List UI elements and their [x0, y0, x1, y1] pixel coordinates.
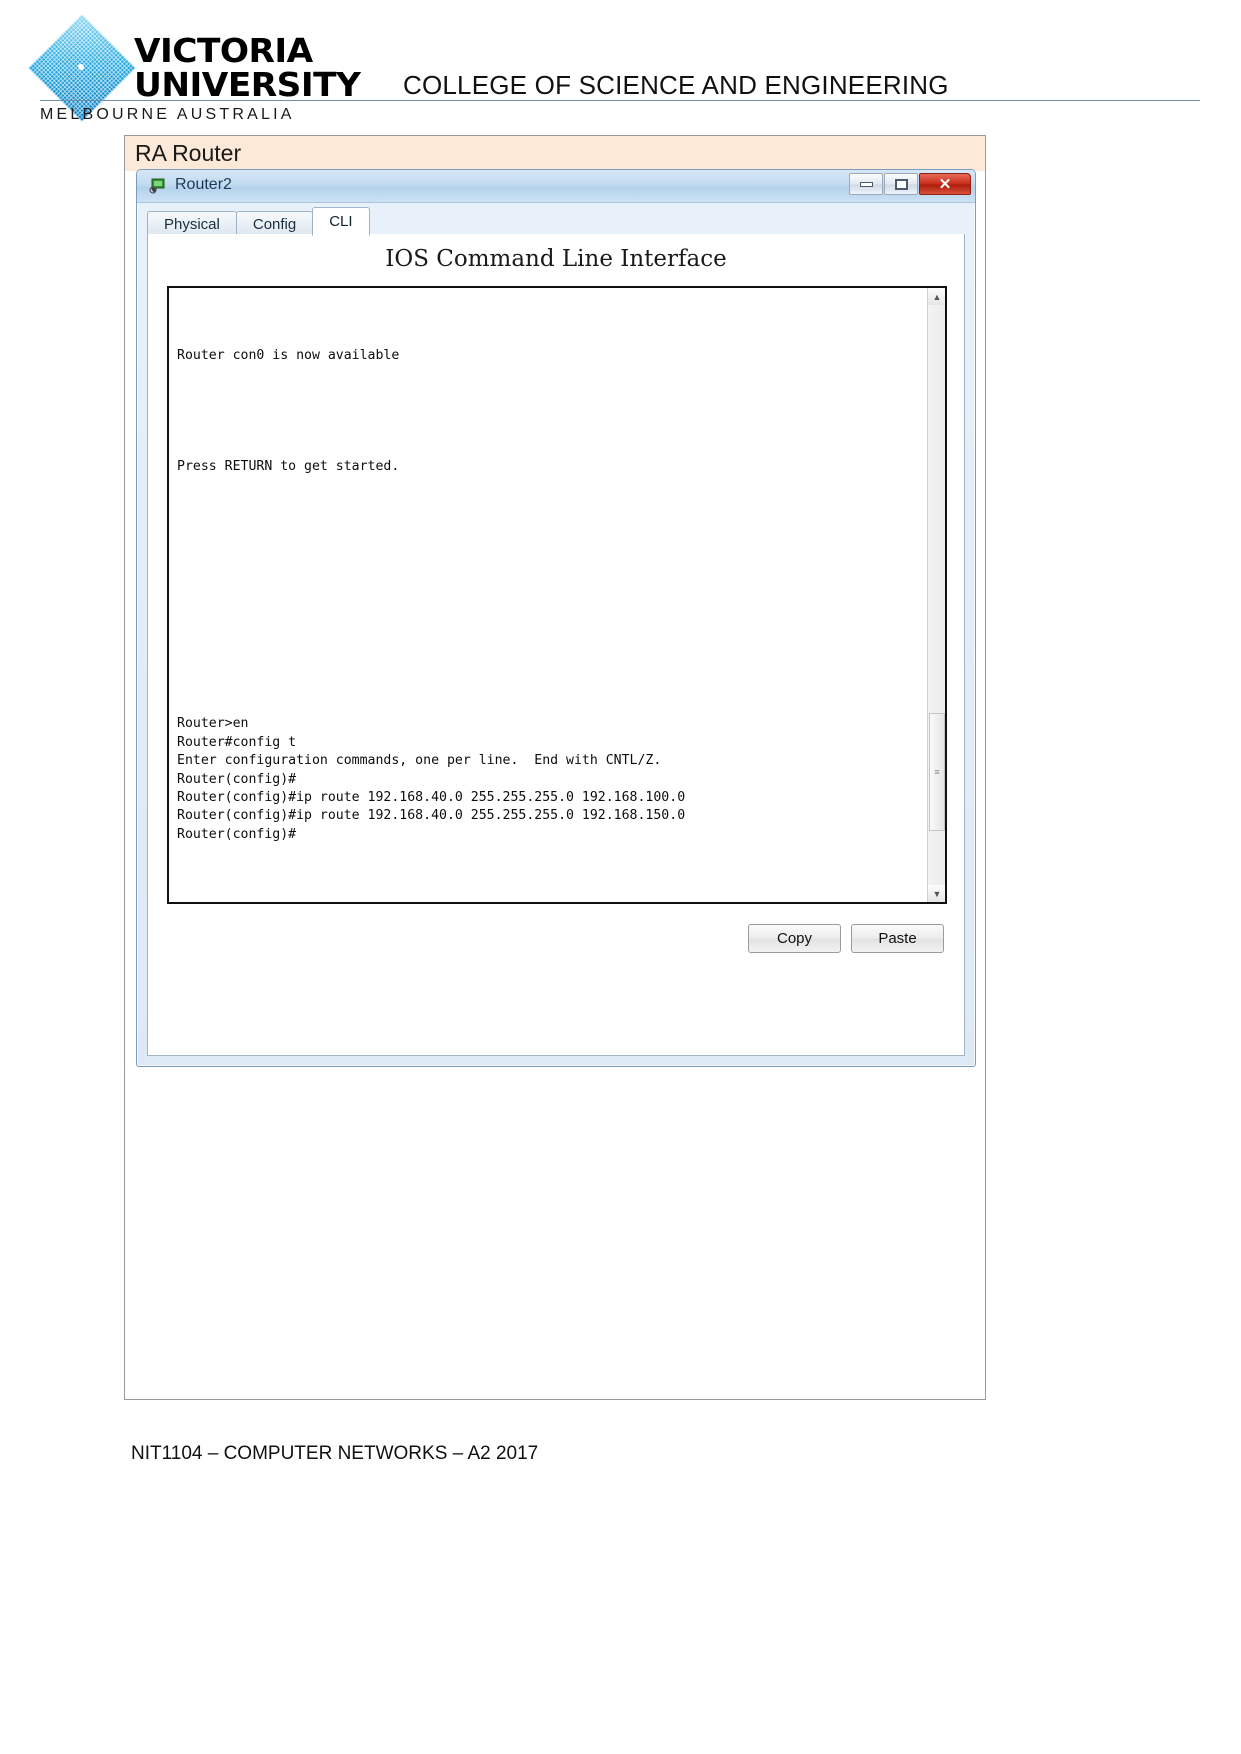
- page-title: RA Router: [135, 140, 242, 166]
- cli-scrollbar[interactable]: ▲ ≡ ▼: [927, 288, 945, 902]
- router-cli-window: Router2 ✕ Physical Config CLI IOS Comman…: [136, 169, 976, 1067]
- cli-tab-panel: IOS Command Line Interface Router con0 i…: [147, 234, 965, 1056]
- cli-heading: IOS Command Line Interface: [385, 246, 727, 272]
- maximize-icon: [894, 178, 908, 190]
- logo-tagline: MELBOURNE AUSTRALIA: [40, 106, 295, 123]
- logo-wordmark: VICTORIA UNIVERSITY: [134, 34, 361, 102]
- maximize-button[interactable]: [884, 173, 918, 195]
- paste-button[interactable]: Paste: [851, 924, 944, 953]
- cli-action-buttons: Copy Paste: [748, 924, 944, 953]
- copy-button[interactable]: Copy: [748, 924, 841, 953]
- tab-cli[interactable]: CLI: [312, 207, 370, 236]
- tab-physical[interactable]: Physical: [147, 211, 237, 236]
- logo-center-dot-icon: [78, 64, 84, 70]
- page-header: VICTORIA UNIVERSITY MELBOURNE AUSTRALIA …: [0, 0, 1241, 135]
- cli-output-area[interactable]: Router con0 is now available Press RETUR…: [167, 286, 947, 904]
- page-footer: NIT1104 – COMPUTER NETWORKS – A2 2017: [131, 1443, 539, 1464]
- logo-line-1: VICTORIA: [134, 31, 313, 70]
- window-tabs: Physical Config CLI: [147, 207, 370, 236]
- window-controls: ✕: [848, 173, 971, 195]
- scroll-up-arrow-icon[interactable]: ▲: [928, 288, 945, 305]
- document-page: VICTORIA UNIVERSITY MELBOURNE AUSTRALIA …: [0, 0, 1241, 1754]
- minimize-icon: [859, 181, 873, 187]
- minimize-button[interactable]: [849, 173, 883, 195]
- scroll-down-arrow-icon[interactable]: ▼: [928, 885, 945, 902]
- tab-config[interactable]: Config: [235, 211, 314, 236]
- packet-tracer-router-icon: [149, 178, 165, 194]
- cli-output-text: Router con0 is now available Press RETUR…: [177, 348, 686, 842]
- window-title: Router2: [175, 176, 232, 193]
- scrollbar-thumb[interactable]: ≡: [929, 713, 945, 831]
- section-banner: RA Router: [125, 136, 985, 171]
- window-title-bar[interactable]: Router2 ✕: [137, 170, 975, 203]
- content-frame: RA Router Router2 ✕ Physical Config CLI …: [124, 135, 986, 1400]
- college-title: COLLEGE OF SCIENCE AND ENGINEERING: [403, 70, 949, 100]
- close-button[interactable]: ✕: [919, 173, 971, 195]
- logo-line-2: UNIVERSITY: [134, 65, 361, 104]
